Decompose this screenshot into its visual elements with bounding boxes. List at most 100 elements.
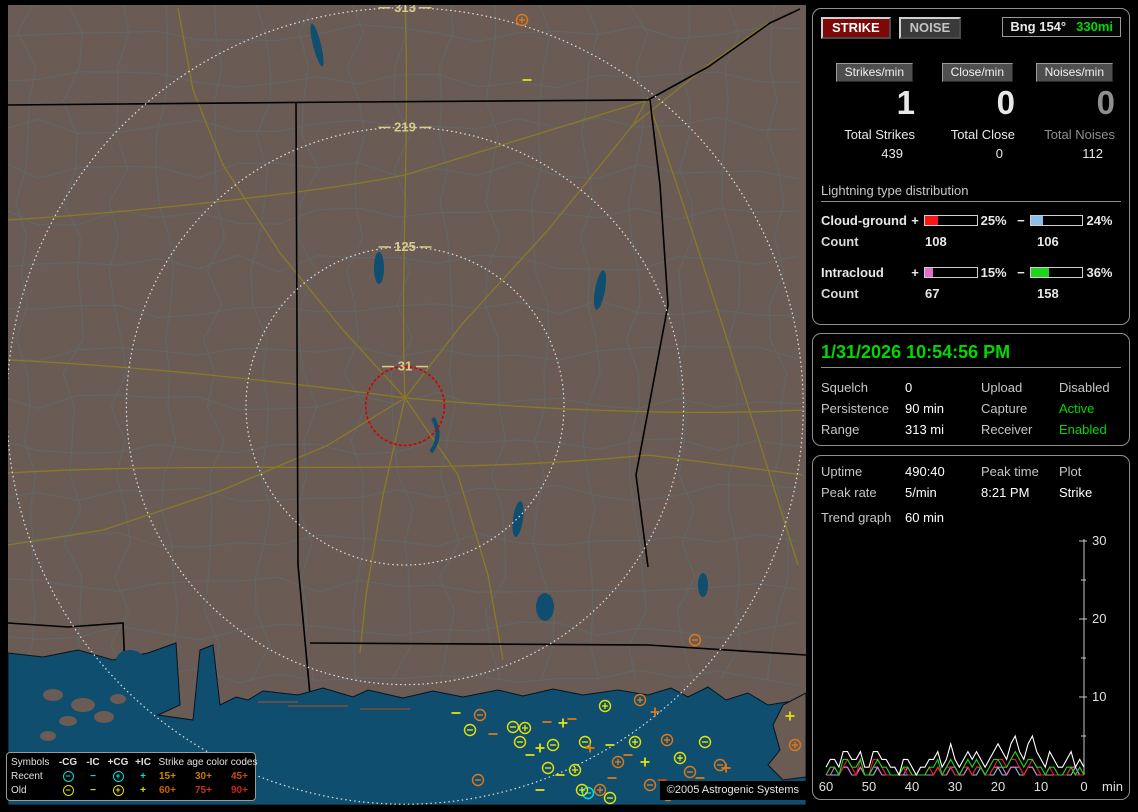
peak-rate-value: 5/min [905,485,981,500]
ic-pos-bar [924,267,978,278]
old-cg-minus-icon: − [63,785,74,796]
status-label-r2: Range [821,422,905,437]
age-60: 60+ [155,785,191,796]
close-per-min-value: 0 [921,86,1015,121]
status-label-r2: Receiver [981,422,1059,437]
plot-value: Strike [1059,485,1121,500]
svg-text:50: 50 [862,779,876,794]
status-value-r1: 90 min [905,401,981,416]
legend-pcg-header: +CG [105,757,131,768]
svg-text:30: 30 [1092,533,1106,548]
total-strikes-value: 439 [821,146,915,161]
uptime-label: Uptime [821,464,905,479]
age-45: 45+ [227,771,261,782]
bearing-range: 330mi [1076,19,1113,34]
svg-text:10: 10 [1034,779,1048,794]
noises-per-min-value: 0 [1021,86,1115,121]
status-panel: 1/31/2026 10:54:56 PM Squelch0UploadDisa… [812,333,1130,446]
svg-text:60: 60 [819,779,833,794]
old-ic-plus-icon: + [131,785,155,796]
status-value-r2: 313 mi [905,422,981,437]
legend-ncg-header: -CG [55,757,81,768]
status-label-r0: Upload [981,380,1059,395]
peak-time-label: Peak time [981,464,1059,479]
trend-graph-label: Trend graph [821,510,905,525]
cg-pos-count: 108 [925,234,1037,249]
svg-text:10: 10 [1092,689,1106,704]
svg-text:20: 20 [991,779,1005,794]
ic-neg-bar [1030,267,1084,278]
lightning-map[interactable]: 313 219 125 31 ©2005 Astrogenic Systems [8,5,806,805]
recent-ic-minus-icon: − [81,771,105,782]
age-90: 90+ [227,785,261,796]
recent-ic-plus-icon: + [131,771,155,782]
trend-graph: 10 20 30 60 50 40 30 20 10 0 min [818,533,1126,795]
cg-pos-bar [924,215,978,226]
age-75: 75+ [191,785,227,796]
cloud-ground-label: Cloud-ground [821,213,909,228]
recent-cg-plus-icon: + [113,771,124,782]
total-close-label: Total Close [921,127,1015,142]
svg-text:30: 30 [948,779,962,794]
ic-neg-count: 158 [1037,286,1059,301]
age-15: 15+ [155,771,191,782]
cg-neg-count: 106 [1037,234,1059,249]
status-value-r2: Enabled [1059,422,1121,437]
strikes-per-min-chip[interactable]: Strikes/min [836,63,913,82]
plot-label: Plot [1059,464,1121,479]
svg-text:31: 31 [398,359,412,374]
legend-pic-header: +IC [131,757,155,768]
nexstorm-window: 313 219 125 31 ©2005 Astrogenic Systems Sym… [0,0,1138,812]
svg-text:0: 0 [1080,779,1087,794]
status-label-r1: Persistence [821,401,905,416]
status-label-r1: Capture [981,401,1059,416]
legend-age-header: Strike age color codes [155,757,261,768]
old-ic-minus-icon: − [81,785,105,796]
total-noises-label: Total Noises [1021,127,1115,142]
symbol-legend: Symbols -CG -IC +CG +IC Strike age color… [6,752,256,801]
svg-text:min: min [1102,779,1123,794]
stats-panel: Uptime 490:40 Peak time Plot Peak rate 5… [812,455,1130,800]
intracloud-label: Intracloud [821,265,909,280]
svg-text:40: 40 [905,779,919,794]
ic-pos-count: 67 [925,286,1037,301]
bearing-label: Bng 154° [1010,19,1066,34]
trend-graph-value: 60 min [905,510,981,525]
cg-neg-pct: 24% [1086,213,1121,228]
status-value-r0: 0 [905,380,981,395]
cg-neg-bar [1030,215,1084,226]
age-30: 30+ [191,771,227,782]
counters-panel: STRIKE NOISE Bng 154° 330mi Strikes/min 1… [812,8,1130,325]
total-close-value: 0 [921,146,1015,161]
copyright-text: ©2005 Astrogenic Systems [660,781,806,800]
bearing-readout: Bng 154° 330mi [1002,17,1121,37]
status-value-r1: Active [1059,401,1121,416]
legend-recent-label: Recent [11,771,55,782]
peak-time-value: 8:21 PM [981,485,1059,500]
cg-pos-pct: 25% [981,213,1016,228]
noise-indicator[interactable]: NOISE [899,17,961,39]
datetime-display: 1/31/2026 10:54:56 PM [821,342,1121,368]
close-per-min-chip[interactable]: Close/min [942,63,1013,82]
total-noises-value: 112 [1021,146,1115,161]
map-canvas[interactable]: 313 219 125 31 [8,5,806,805]
recent-cg-minus-icon: − [63,771,74,782]
ic-neg-pct: 36% [1086,265,1121,280]
svg-text:125: 125 [394,239,416,254]
svg-text:313: 313 [394,5,416,15]
distribution-title: Lightning type distribution [821,183,1121,202]
legend-old-label: Old [11,785,55,796]
status-label-r0: Squelch [821,380,905,395]
old-cg-plus-icon: + [113,785,124,796]
status-value-r0: Disabled [1059,380,1121,395]
total-strikes-label: Total Strikes [821,127,915,142]
legend-symbols-header: Symbols [11,757,55,768]
uptime-value: 490:40 [905,464,981,479]
legend-nic-header: -IC [81,757,105,768]
noises-per-min-chip[interactable]: Noises/min [1036,63,1113,82]
strike-indicator[interactable]: STRIKE [821,17,891,39]
svg-text:20: 20 [1092,611,1106,626]
peak-rate-label: Peak rate [821,485,905,500]
svg-text:219: 219 [394,119,416,134]
strikes-per-min-value: 1 [821,86,915,121]
